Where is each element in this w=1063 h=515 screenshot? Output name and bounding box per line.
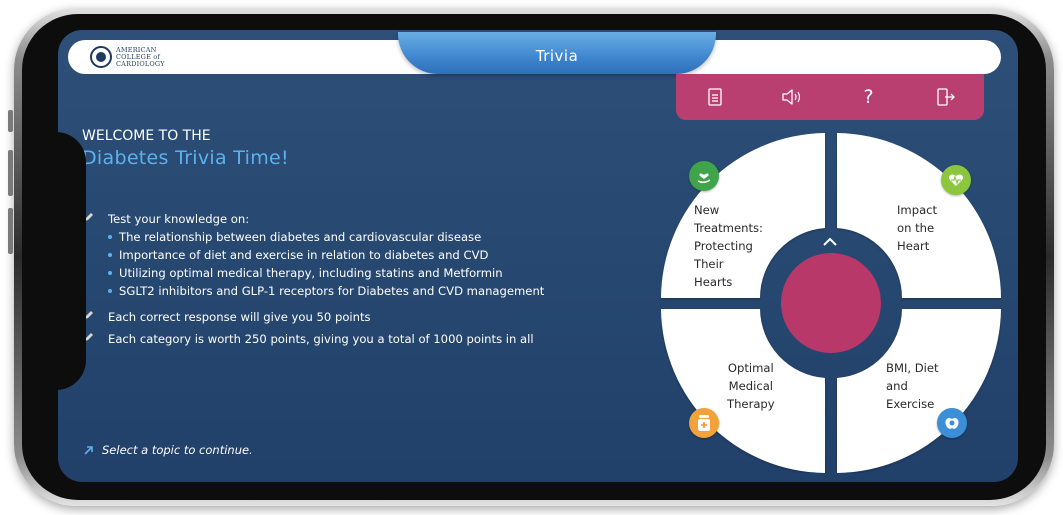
topic-new-treatments-line: Their xyxy=(694,257,724,271)
help-button[interactable]: ? xyxy=(830,74,907,120)
center-spinner[interactable] xyxy=(781,253,881,353)
topic-new-treatments-line: Protecting xyxy=(694,239,753,253)
topic-wheel: New Treatments: Protecting Their Hearts … xyxy=(661,133,1001,473)
bullet-points-text: Each correct response will give you 50 p… xyxy=(108,310,371,324)
topic-new-treatments-line: New xyxy=(694,203,720,217)
topic-impact-heart-line: Impact xyxy=(897,203,938,217)
arrow-icon xyxy=(84,446,93,455)
topic-new-treatments-line: Hearts xyxy=(694,275,733,289)
logo-text: AMERICAN COLLEGE of CARDIOLOGY xyxy=(116,46,165,68)
exit-icon xyxy=(936,88,955,106)
topic-new-treatments[interactable]: New Treatments: Protecting Their Hearts xyxy=(694,201,763,291)
phone-notch xyxy=(30,132,86,390)
topic-bmi-diet-line: Exercise xyxy=(886,397,935,411)
continue-hint: Select a topic to continue. xyxy=(84,443,253,457)
bullet-topics: Test your knowledge on: The relationship… xyxy=(84,210,604,300)
hand-heart-icon xyxy=(689,161,719,191)
info-list: Test your knowledge on: The relationship… xyxy=(84,210,604,348)
speaker-icon xyxy=(781,89,800,105)
acc-logo: AMERICAN COLLEGE of CARDIOLOGY xyxy=(90,44,165,70)
list-item: SGLT2 inhibitors and GLP-1 receptors for… xyxy=(108,282,604,300)
logo-line-3: CARDIOLOGY xyxy=(116,59,165,68)
bullet-topics-text: Test your knowledge on: xyxy=(108,212,250,226)
toolbar: ? xyxy=(676,74,984,120)
page-title: Trivia xyxy=(535,47,579,65)
acc-seal-icon xyxy=(90,46,112,68)
welcome-title: Diabetes Trivia Time! xyxy=(82,147,289,169)
list-item: Importance of diet and exercise in relat… xyxy=(108,246,604,264)
topic-optimal-therapy-line: Optimal xyxy=(727,361,774,375)
title-tab: Trivia xyxy=(398,32,716,74)
document-icon xyxy=(707,88,722,106)
app-screen: AMERICAN COLLEGE of CARDIOLOGY Trivia ? … xyxy=(58,30,1018,482)
topic-new-treatments-line: Treatments: xyxy=(694,221,763,235)
chevron-up-icon xyxy=(823,237,837,246)
topic-bmi-diet[interactable]: BMI, Diet and Exercise xyxy=(886,359,939,413)
continue-hint-text: Select a topic to continue. xyxy=(102,443,253,457)
bullet-points: Each correct response will give you 50 p… xyxy=(84,308,604,326)
help-icon: ? xyxy=(863,86,874,108)
welcome-label: WELCOME TO THE xyxy=(82,128,211,144)
notes-button[interactable] xyxy=(676,74,753,120)
pill-bottle-icon xyxy=(689,408,719,438)
phone-volume-up xyxy=(8,150,13,196)
topic-impact-heart-line: on the xyxy=(897,221,935,235)
sound-button[interactable] xyxy=(753,74,830,120)
topic-optimal-therapy-line: Medical xyxy=(728,379,774,393)
phone-mute-switch xyxy=(8,110,13,132)
scale-apple-icon xyxy=(937,408,967,438)
top-bar: AMERICAN COLLEGE of CARDIOLOGY Trivia xyxy=(68,32,1001,74)
bullet-category-text: Each category is worth 250 points, givin… xyxy=(108,332,534,346)
topic-impact-heart[interactable]: Impact on the Heart xyxy=(897,201,937,255)
list-item: Utilizing optimal medical therapy, inclu… xyxy=(108,264,604,282)
list-item: The relationship between diabetes and ca… xyxy=(108,228,604,246)
topic-bmi-diet-line: and xyxy=(886,379,908,393)
bullet-category: Each category is worth 250 points, givin… xyxy=(84,330,604,348)
topic-optimal-therapy[interactable]: Optimal Medical Therapy xyxy=(727,359,775,413)
topic-optimal-therapy-line: Therapy xyxy=(727,397,775,411)
phone-volume-down xyxy=(8,208,13,254)
topic-sublist: The relationship between diabetes and ca… xyxy=(108,228,604,300)
topic-impact-heart-line: Heart xyxy=(897,239,930,253)
exit-button[interactable] xyxy=(907,74,984,120)
topic-bmi-diet-line: BMI, Diet xyxy=(886,361,939,375)
heart-pulse-icon xyxy=(941,165,971,195)
